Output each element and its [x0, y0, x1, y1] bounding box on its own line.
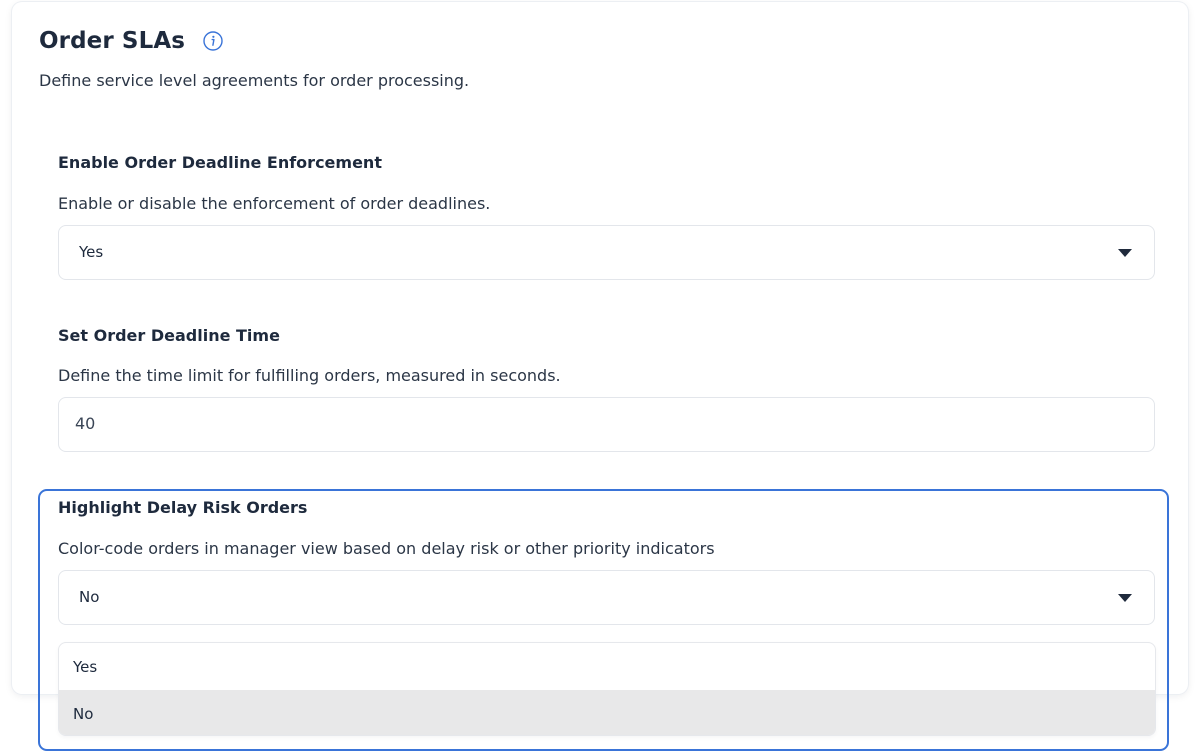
dropdown-option-yes[interactable]: Yes: [59, 643, 1155, 690]
deadline-enforcement-value: Yes: [79, 243, 104, 261]
dropdown-option-no[interactable]: No: [59, 690, 1155, 735]
page-title: Order SLAs: [39, 28, 186, 54]
delay-risk-value: No: [79, 588, 100, 606]
title-row: Order SLAs: [39, 28, 223, 54]
deadline-enforcement-description: Enable or disable the enforcement of ord…: [58, 194, 491, 213]
page-subtitle: Define service level agreements for orde…: [39, 71, 470, 90]
deadline-enforcement-label: Enable Order Deadline Enforcement: [58, 153, 382, 172]
deadline-time-description: Define the time limit for fulfilling ord…: [58, 366, 561, 385]
delay-risk-select[interactable]: No: [58, 570, 1155, 625]
deadline-time-label: Set Order Deadline Time: [58, 326, 280, 345]
info-icon[interactable]: [203, 31, 223, 51]
deadline-time-input[interactable]: 40: [58, 397, 1155, 452]
chevron-down-icon: [1118, 594, 1132, 602]
delay-risk-label: Highlight Delay Risk Orders: [58, 498, 308, 517]
deadline-time-value: 40: [75, 414, 96, 433]
info-icon-graphic: [203, 31, 223, 51]
delay-risk-description: Color-code orders in manager view based …: [58, 539, 715, 558]
deadline-enforcement-select[interactable]: Yes: [58, 225, 1155, 280]
delay-risk-dropdown-menu: Yes No: [58, 642, 1156, 736]
chevron-down-icon: [1118, 249, 1132, 257]
